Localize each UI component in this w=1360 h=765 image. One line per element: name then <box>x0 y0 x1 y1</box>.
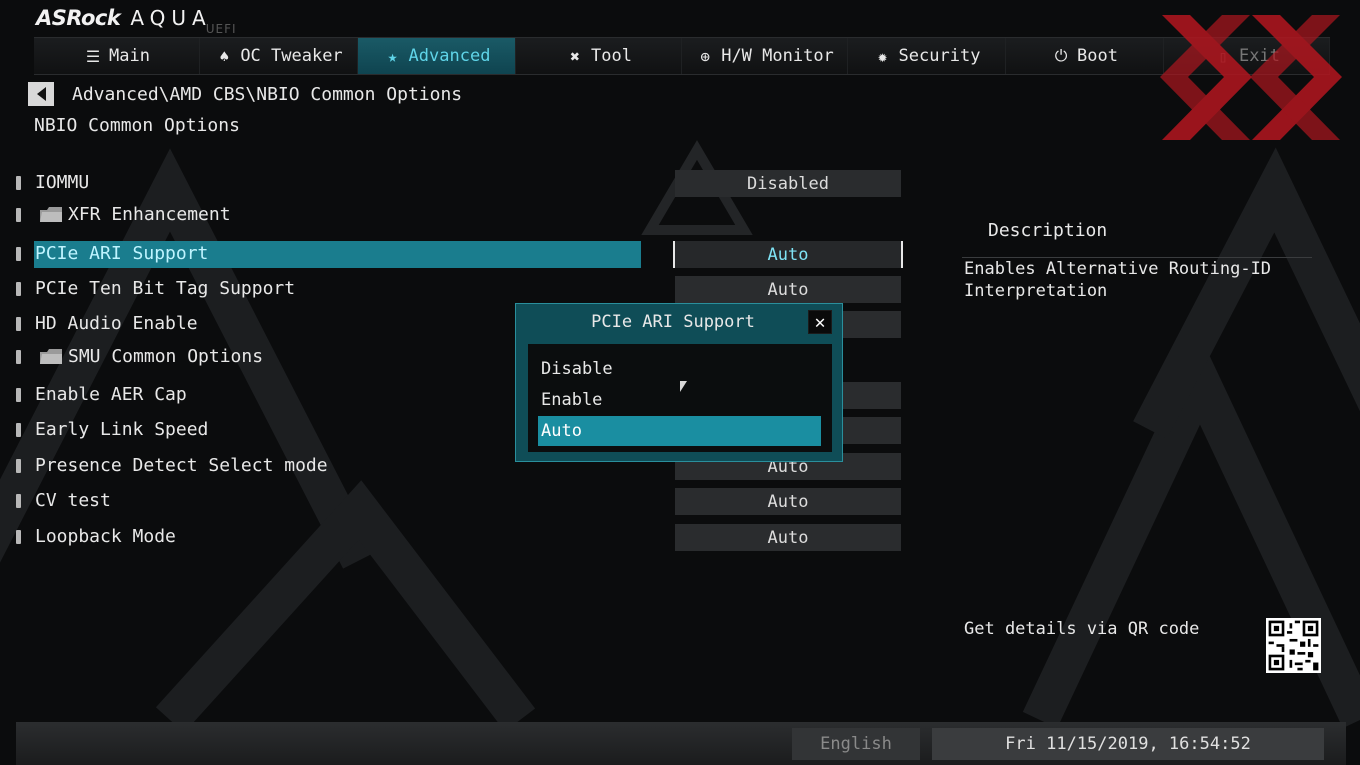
date-time: Fri 11/15/2019, 16:54:52 <box>932 728 1324 760</box>
setting-label: CV test <box>35 490 111 511</box>
setting-value[interactable]: Auto <box>675 276 901 303</box>
setting-pcie-ten-bit-tag[interactable]: PCIe Ten Bit Tag Support Auto <box>14 276 904 304</box>
qr-label: Get details via QR code <box>964 619 1200 639</box>
description-text: Enables Alternative Routing-ID Interpret… <box>964 259 1272 301</box>
back-arrow-icon <box>36 87 46 101</box>
bullet-icon <box>16 350 21 364</box>
setting-label: Enable AER Cap <box>35 384 187 405</box>
tab-boot[interactable]: ⏻ Boot <box>1006 38 1164 74</box>
bullet-icon <box>16 282 21 296</box>
popup-option-list: Disable Enable Auto <box>528 344 832 452</box>
star-icon: ★ <box>387 46 398 66</box>
option-popup: PCIe ARI Support ✕ Disable Enable Auto <box>515 303 843 462</box>
bullet-icon <box>16 530 21 544</box>
main-nav: ☰ Main ♠ OC Tweaker ★ Advanced ✖ Tool ⊕ H/W M… <box>34 37 1330 75</box>
tools-icon: ✖ <box>570 46 580 66</box>
rocket-icon: ♠ <box>219 46 230 66</box>
popup-title: PCIe ARI Support <box>591 312 755 332</box>
bullet-icon <box>16 317 21 331</box>
setting-value[interactable]: Auto <box>675 524 901 551</box>
bullet-icon <box>16 247 21 261</box>
tab-hw-monitor[interactable]: ⊕ H/W Monitor <box>682 38 848 74</box>
setting-cv-test[interactable]: CV test Auto <box>14 488 904 516</box>
submenu-xfr-enhancement[interactable]: XFR Enhancement <box>14 202 904 230</box>
setting-label: IOMMU <box>35 172 90 193</box>
list-icon: ☰ <box>85 46 101 66</box>
bullet-icon <box>16 459 21 473</box>
description-title: Description <box>988 220 1108 241</box>
setting-label: Presence Detect Select mode <box>35 455 328 476</box>
back-button[interactable] <box>28 82 54 106</box>
language-button[interactable]: English <box>792 728 920 760</box>
bullet-icon <box>16 388 21 402</box>
setting-label: Loopback Mode <box>35 526 176 547</box>
brand-name: ASRock <box>36 6 121 30</box>
qr-code-icon <box>1266 618 1321 673</box>
bullet-icon <box>16 494 21 508</box>
watermark-logo <box>1160 15 1342 140</box>
setting-label: SMU Common Options <box>68 346 264 367</box>
option-auto[interactable]: Auto <box>538 416 821 446</box>
setting-loopback-mode[interactable]: Loopback Mode Auto <box>14 524 904 552</box>
option-disable[interactable]: Disable <box>538 354 821 384</box>
bullet-icon <box>16 208 21 222</box>
tab-oc-tweaker[interactable]: ♠ OC Tweaker <box>200 38 358 74</box>
breadcrumb: Advanced\AMD CBS\NBIO Common Options <box>72 84 463 105</box>
setting-value[interactable]: Auto <box>673 241 903 268</box>
folder-icon <box>40 349 62 364</box>
power-icon: ⏻ <box>1054 46 1068 65</box>
setting-label: PCIe Ten Bit Tag Support <box>35 278 296 299</box>
setting-value[interactable]: Disabled <box>675 170 901 197</box>
setting-label: Early Link Speed <box>35 419 209 440</box>
setting-value[interactable]: Auto <box>675 488 901 515</box>
shield-icon: ✹ <box>877 46 888 66</box>
setting-label: XFR Enhancement <box>68 204 231 225</box>
tab-advanced[interactable]: ★ Advanced <box>358 38 516 74</box>
tab-main[interactable]: ☰ Main <box>34 38 200 74</box>
setting-pcie-ari-support[interactable]: PCIe ARI Support Auto <box>14 241 904 269</box>
bullet-icon <box>16 176 21 190</box>
page-title: NBIO Common Options <box>34 115 240 136</box>
setting-label: PCIe ARI Support <box>35 243 209 264</box>
crosshair-icon: ⊕ <box>700 46 711 66</box>
setting-iommu[interactable]: IOMMU Disabled <box>14 170 904 198</box>
folder-icon <box>40 207 62 222</box>
tab-tool[interactable]: ✖ Tool <box>516 38 682 74</box>
mouse-cursor-icon <box>680 381 687 392</box>
close-icon[interactable]: ✕ <box>808 310 832 334</box>
setting-label: HD Audio Enable <box>35 313 198 334</box>
brand-product: AQUA <box>130 6 212 30</box>
bullet-icon <box>16 423 21 437</box>
brand-logo: ASRock AQUA UEFI <box>36 6 237 36</box>
tab-security[interactable]: ✹ Security <box>848 38 1006 74</box>
brand-sub: UEFI <box>205 22 237 36</box>
